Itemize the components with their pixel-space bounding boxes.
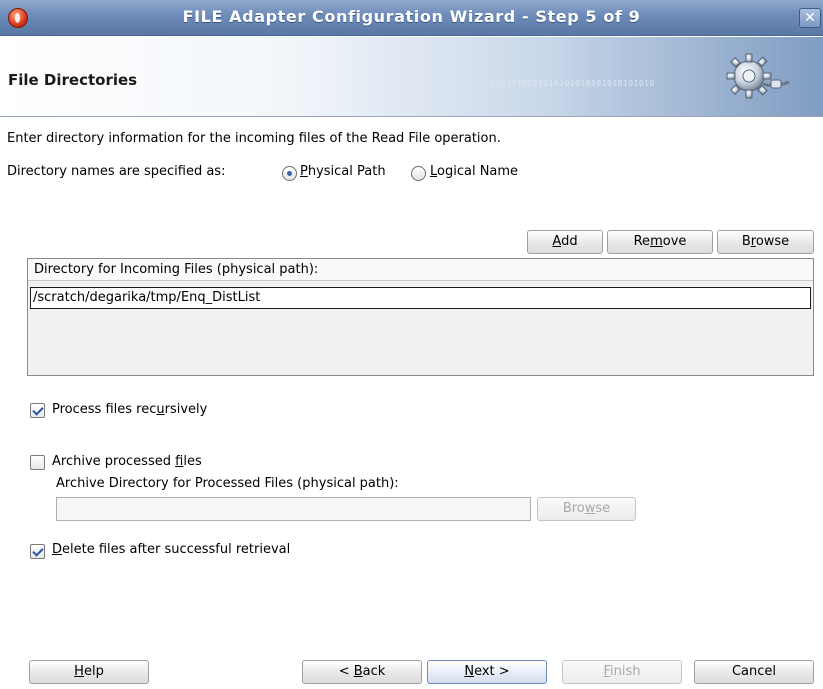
binary-decoration: 0101010101010101010101010101010 xyxy=(490,79,655,88)
logical-name-radio[interactable] xyxy=(411,166,426,181)
close-icon: ✕ xyxy=(804,10,816,26)
next-button[interactable]: Next > xyxy=(427,660,547,684)
gear-plug-icon xyxy=(726,53,790,99)
delete-files-checkbox[interactable] xyxy=(30,544,45,559)
help-button[interactable]: Help xyxy=(29,660,149,684)
archive-files-label[interactable]: Archive processed files xyxy=(52,454,202,469)
archive-dir-label: Archive Directory for Processed Files (p… xyxy=(56,476,399,491)
archive-dir-input[interactable] xyxy=(56,497,531,521)
physical-path-label[interactable]: Physical Path xyxy=(300,164,386,179)
remove-button[interactable]: Remove xyxy=(607,230,713,254)
window-title: FILE Adapter Configuration Wizard - Step… xyxy=(182,7,641,26)
archive-files-checkbox[interactable] xyxy=(30,455,45,470)
description-text: Enter directory information for the inco… xyxy=(7,131,501,146)
title-bar: FILE Adapter Configuration Wizard - Step… xyxy=(0,0,823,36)
logical-name-label[interactable]: Logical Name xyxy=(430,164,518,179)
physical-path-radio[interactable] xyxy=(282,166,297,181)
back-button[interactable]: < Back xyxy=(302,660,422,684)
directory-table: Directory for Incoming Files (physical p… xyxy=(27,258,814,376)
directory-column-header: Directory for Incoming Files (physical p… xyxy=(28,259,813,281)
page-title: File Directories xyxy=(8,71,138,89)
archive-browse-button[interactable]: Browse xyxy=(537,497,636,521)
delete-files-label[interactable]: Delete files after successful retrieval xyxy=(52,542,290,557)
add-button[interactable]: Add xyxy=(527,230,603,254)
close-button[interactable]: ✕ xyxy=(799,8,821,28)
process-recursively-label[interactable]: Process files recursively xyxy=(52,402,207,417)
browse-button[interactable]: Browse xyxy=(717,230,814,254)
cancel-button[interactable]: Cancel xyxy=(694,660,814,684)
wizard-header: File Directories 01010101010101010101010… xyxy=(0,37,823,117)
directory-row-field[interactable]: /scratch/degarika/tmp/Enq_DistList xyxy=(30,287,811,309)
finish-button[interactable]: Finish xyxy=(562,660,682,684)
process-recursively-checkbox[interactable] xyxy=(30,403,45,418)
dir-names-label: Directory names are specified as: xyxy=(7,164,226,179)
